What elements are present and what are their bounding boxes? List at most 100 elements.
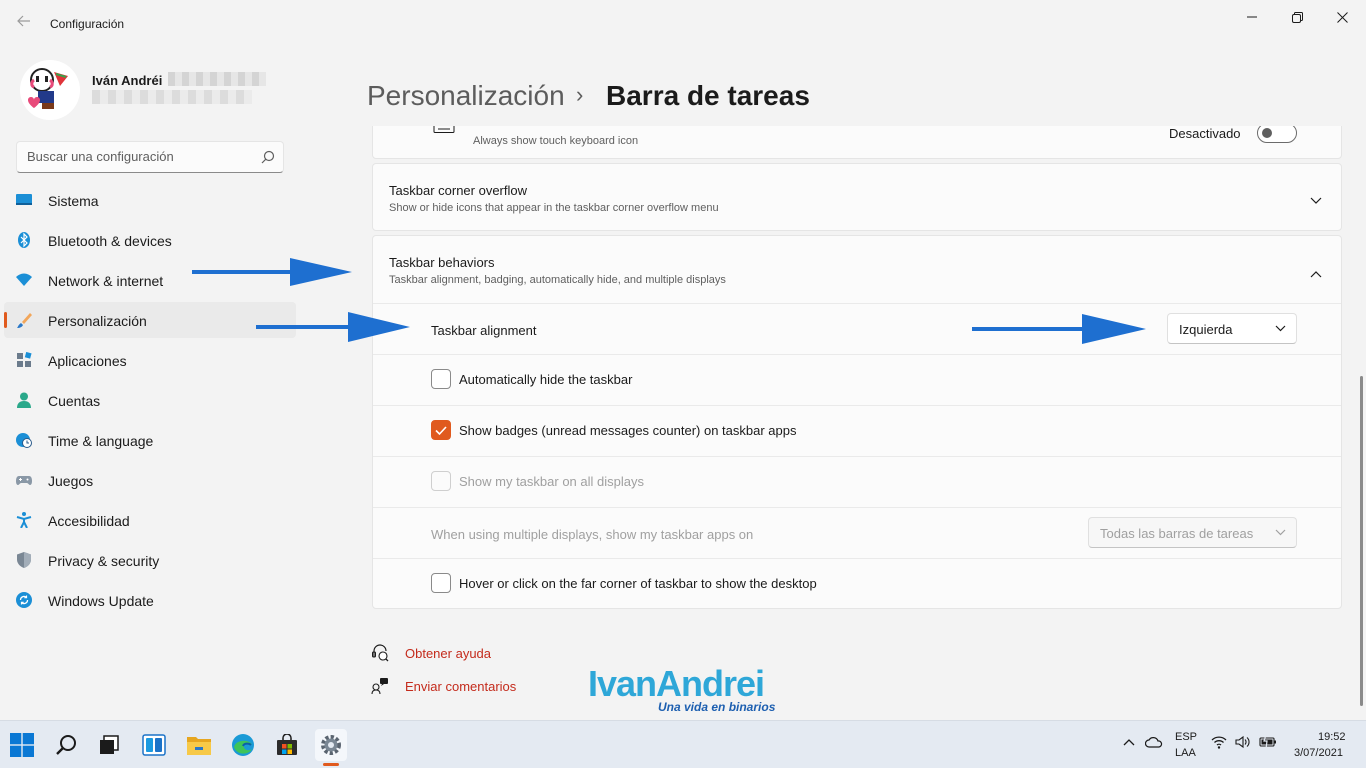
input-language-bottom[interactable]: LAA (1175, 747, 1196, 759)
sidebar-item-label: Windows Update (48, 593, 154, 609)
behaviors-desc: Taskbar alignment, badging, automaticall… (389, 274, 726, 286)
chevron-up-icon[interactable] (1123, 735, 1135, 753)
sidebar-item-time-language[interactable]: Time & language (4, 422, 296, 458)
taskbar-search-button[interactable] (51, 729, 83, 761)
clock-date[interactable]: 3/07/2021 (1294, 747, 1343, 759)
scrollbar[interactable] (1360, 376, 1363, 706)
all-displays-checkbox[interactable] (431, 471, 451, 491)
far-corner-checkbox[interactable] (431, 573, 451, 593)
far-corner-label[interactable]: Hover or click on the far corner of task… (459, 576, 817, 591)
sidebar-item-juegos[interactable]: Juegos (4, 462, 296, 498)
store-button[interactable] (271, 729, 303, 761)
multi-display-select[interactable]: Todas las barras de tareas (1088, 517, 1297, 548)
sidebar-item-personalizacion[interactable]: Personalización (4, 302, 296, 338)
accessibility-icon (16, 512, 32, 529)
sidebar-item-cuentas[interactable]: Cuentas (4, 382, 296, 418)
bluetooth-icon (16, 232, 32, 248)
annotation-arrow-icon (256, 312, 410, 342)
sidebar-item-label: Bluetooth & devices (48, 233, 172, 249)
maximize-button[interactable] (1277, 6, 1317, 28)
divider (373, 507, 1341, 508)
chevron-down-icon[interactable] (1310, 192, 1322, 210)
sidebar-item-sistema[interactable]: Sistema (4, 182, 296, 218)
wifi-icon (16, 272, 32, 288)
send-feedback-link[interactable]: Enviar comentarios (405, 679, 516, 694)
behaviors-header[interactable]: Taskbar behaviors Taskbar alignment, bad… (373, 236, 1341, 303)
chevron-up-icon[interactable] (1310, 265, 1322, 283)
close-button[interactable] (1322, 6, 1362, 28)
sidebar-item-accesibilidad[interactable]: Accesibilidad (4, 502, 296, 538)
chevron-down-icon (1275, 529, 1286, 536)
onedrive-icon[interactable] (1144, 735, 1163, 753)
sidebar-item-label: Privacy & security (48, 553, 160, 569)
behaviors-title: Taskbar behaviors (389, 255, 495, 270)
task-view-button[interactable] (93, 729, 125, 761)
chevron-down-icon (1275, 325, 1286, 332)
minimize-icon (1247, 16, 1257, 18)
taskbar: ESP LAA 19:52 3/07/2021 (0, 720, 1366, 768)
alignment-value: Izquierda (1179, 322, 1233, 337)
touch-keyboard-toggle[interactable] (1257, 126, 1297, 143)
multi-display-label: When using multiple displays, show my ta… (431, 527, 754, 542)
shield-icon (16, 552, 32, 568)
update-icon (16, 592, 32, 608)
watermark-tagline: Una vida en binarios (658, 700, 776, 714)
divider (373, 558, 1341, 559)
settings-content: Always show touch keyboard icon Desactiv… (372, 126, 1342, 716)
settings-taskbar-button[interactable] (315, 729, 347, 761)
back-arrow-icon[interactable] (14, 14, 34, 34)
alignment-select[interactable]: Izquierda (1167, 313, 1297, 344)
active-app-indicator (323, 763, 339, 766)
clock-time[interactable]: 19:52 (1318, 731, 1346, 743)
file-explorer-button[interactable] (183, 729, 215, 761)
corner-overflow-title: Taskbar corner overflow (389, 183, 527, 198)
sidebar-item-privacy[interactable]: Privacy & security (4, 542, 296, 578)
auto-hide-checkbox[interactable] (431, 369, 451, 389)
avatar[interactable] (20, 60, 80, 120)
widgets-button[interactable] (138, 729, 170, 761)
search-icon[interactable] (261, 150, 275, 169)
touch-keyboard-state: Desactivado (1169, 126, 1241, 141)
account-icon (16, 392, 32, 408)
get-help-link[interactable]: Obtener ayuda (405, 646, 491, 661)
sidebar-item-windows-update[interactable]: Windows Update (4, 582, 296, 618)
app-title: Configuración (50, 17, 125, 31)
start-button[interactable] (6, 729, 38, 761)
keyboard-icon (433, 126, 455, 139)
wifi-icon[interactable] (1211, 735, 1227, 754)
title-bar: Configuración (0, 0, 1366, 48)
sidebar-item-label: Cuentas (48, 393, 101, 409)
sidebar-nav: Sistema Bluetooth & devices Network & in… (4, 182, 296, 622)
all-displays-label: Show my taskbar on all displays (459, 474, 644, 489)
system-icon (16, 192, 32, 208)
sidebar-item-label: Personalización (48, 313, 147, 329)
volume-icon[interactable] (1235, 735, 1251, 754)
sidebar-item-bluetooth[interactable]: Bluetooth & devices (4, 222, 296, 258)
toggle-knob (1262, 128, 1272, 138)
taskbar-behaviors-card: Taskbar behaviors Taskbar alignment, bad… (372, 235, 1342, 609)
corner-overflow-desc: Show or hide icons that appear in the ta… (389, 202, 719, 214)
edge-icon (232, 734, 254, 756)
battery-icon[interactable] (1259, 734, 1277, 754)
auto-hide-label[interactable]: Automatically hide the taskbar (459, 372, 632, 387)
input-language-top[interactable]: ESP (1175, 731, 1197, 743)
checkmark-icon (435, 426, 447, 436)
badges-label[interactable]: Show badges (unread messages counter) on… (459, 423, 796, 438)
help-icon (371, 644, 389, 667)
search-input[interactable] (27, 149, 247, 164)
folder-icon (187, 737, 211, 755)
page-title: Barra de tareas (606, 80, 810, 111)
breadcrumb-parent[interactable]: Personalización (367, 80, 565, 112)
windows-logo-icon (10, 733, 34, 757)
task-view-icon (100, 735, 119, 754)
sidebar-item-aplicaciones[interactable]: Aplicaciones (4, 342, 296, 378)
annotation-arrow-icon (972, 314, 1146, 344)
search-box[interactable] (16, 141, 284, 173)
badges-checkbox[interactable] (431, 420, 451, 440)
breadcrumb-separator: › (576, 82, 584, 107)
sidebar-item-label: Juegos (48, 473, 94, 489)
edge-button[interactable] (227, 729, 259, 761)
minimize-button[interactable] (1232, 6, 1272, 28)
gear-icon (321, 735, 341, 755)
corner-overflow-card[interactable]: Taskbar corner overflow Show or hide ico… (372, 163, 1342, 231)
